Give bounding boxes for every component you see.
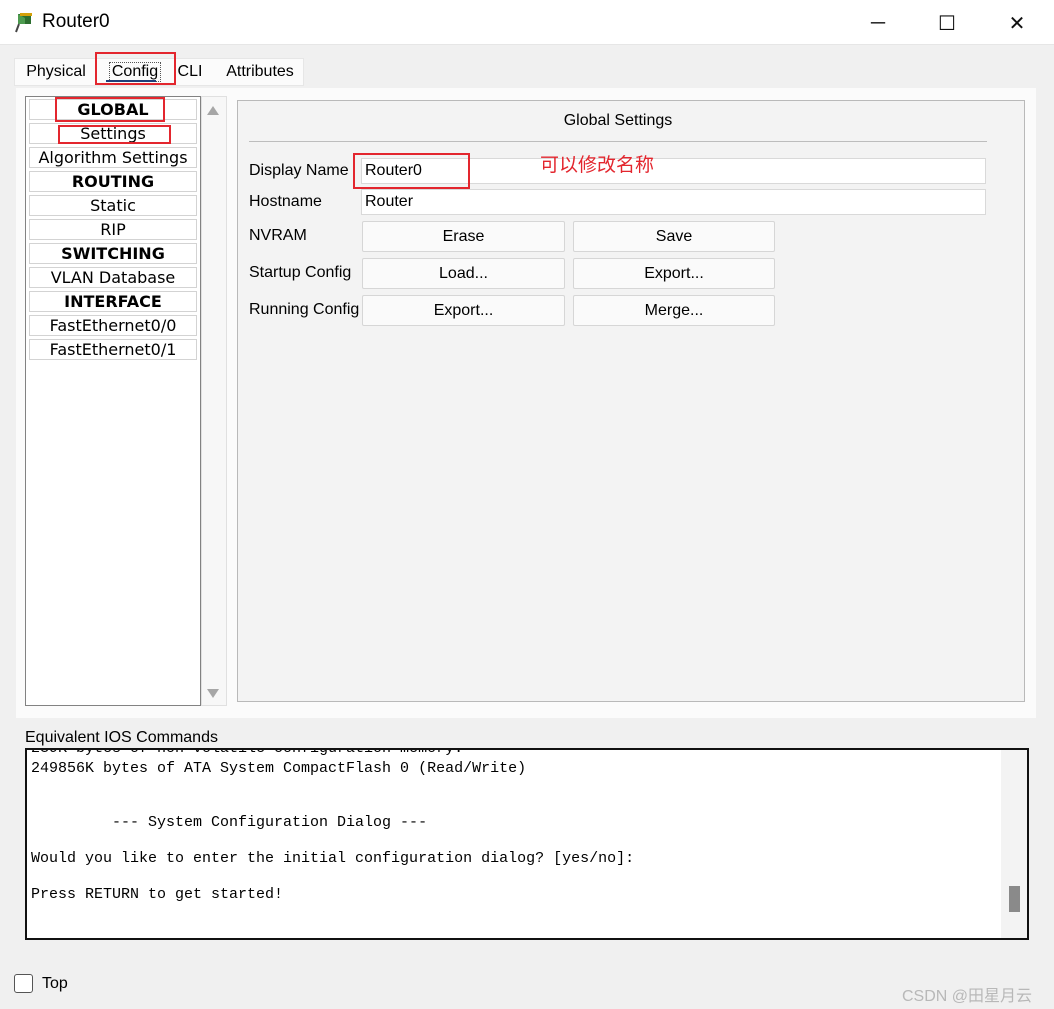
- ios-commands-label: Equivalent IOS Commands: [25, 729, 218, 746]
- close-button[interactable]: ✕: [994, 6, 1040, 40]
- tab-cli[interactable]: CLI: [172, 58, 208, 86]
- erase-button[interactable]: Erase: [362, 221, 565, 252]
- minimize-button[interactable]: ─: [855, 6, 901, 40]
- scroll-up-icon[interactable]: [207, 106, 219, 115]
- console-scroll-thumb[interactable]: [1009, 886, 1020, 912]
- heading-divider: [249, 141, 987, 142]
- sidebar-item-routing[interactable]: ROUTING: [29, 171, 197, 192]
- global-highlight: [55, 97, 165, 122]
- sidebar-item-fastethernet0-0[interactable]: FastEthernet0/0: [29, 315, 197, 336]
- sidebar-scrollbar[interactable]: [201, 96, 227, 706]
- ios-console[interactable]: 239K bytes of non-volatile configuration…: [25, 748, 1029, 940]
- tab-physical[interactable]: Physical: [18, 58, 94, 86]
- title-bar: Router0 ─ ☐ ✕: [0, 0, 1054, 45]
- display-name-label: Display Name: [249, 162, 349, 179]
- close-icon: ✕: [1008, 12, 1026, 35]
- console-line: Press RETURN to get started!: [31, 886, 284, 903]
- sidebar-item-rip[interactable]: RIP: [29, 219, 197, 240]
- hostname-input[interactable]: Router: [361, 189, 986, 215]
- config-tab-highlight: [95, 52, 176, 85]
- startup-config-label: Startup Config: [249, 264, 352, 281]
- console-line: 239K bytes of non-volatile configuration…: [31, 748, 464, 757]
- top-checkbox[interactable]: [14, 974, 33, 993]
- sidebar-item-fastethernet0-1[interactable]: FastEthernet0/1: [29, 339, 197, 360]
- merge-button[interactable]: Merge...: [573, 295, 775, 326]
- running-config-label: Running Config: [249, 301, 360, 318]
- save-button[interactable]: Save: [573, 221, 775, 252]
- startup-export-button[interactable]: Export...: [573, 258, 775, 289]
- running-export-button[interactable]: Export...: [362, 295, 565, 326]
- startup-load-button[interactable]: Load...: [362, 258, 565, 289]
- minimize-icon: ─: [870, 11, 886, 34]
- maximize-button[interactable]: ☐: [924, 6, 970, 40]
- window-title: Router0: [42, 11, 110, 32]
- sidebar-item-interface[interactable]: INTERFACE: [29, 291, 197, 312]
- router-app-icon: [13, 10, 37, 34]
- watermark: CSDN @田星月云: [902, 988, 1033, 1005]
- maximize-icon: ☐: [938, 12, 956, 35]
- top-label: Top: [42, 975, 68, 992]
- global-settings-heading: Global Settings: [563, 112, 673, 129]
- sidebar-item-static[interactable]: Static: [29, 195, 197, 216]
- console-line: 249856K bytes of ATA System CompactFlash…: [31, 760, 527, 777]
- console-line: Would you like to enter the initial conf…: [31, 850, 635, 867]
- hostname-label: Hostname: [249, 193, 322, 210]
- tab-attributes[interactable]: Attributes: [218, 58, 302, 86]
- nvram-label: NVRAM: [249, 227, 307, 244]
- settings-highlight: [58, 125, 171, 144]
- sidebar-item-algorithm-settings[interactable]: Algorithm Settings: [29, 147, 197, 168]
- sidebar-item-switching[interactable]: SWITCHING: [29, 243, 197, 264]
- annotation-text: 可以修改名称: [540, 155, 655, 176]
- sidebar-item-vlan-database[interactable]: VLAN Database: [29, 267, 197, 288]
- display-name-highlight: [353, 153, 470, 189]
- console-line: --- System Configuration Dialog ---: [31, 814, 428, 831]
- scroll-down-icon[interactable]: [207, 689, 219, 698]
